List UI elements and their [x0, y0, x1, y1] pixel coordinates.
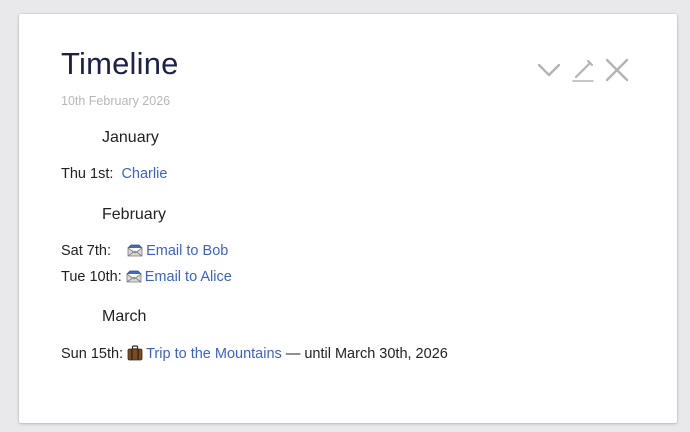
timeline-entry: Sun 15th: Trip to the Mountains — until …	[61, 345, 448, 366]
timeline-dialog: Timeline 10th February 2026 January Thu …	[19, 14, 677, 423]
entry-day: Sat 7th:	[61, 243, 111, 259]
timeline-entry: Tue 10th: Email to Alice	[61, 268, 232, 289]
month-heading-march: March	[102, 308, 147, 325]
timeline-entry: Thu 1st: Charlie	[61, 165, 167, 183]
entry-day: Thu 1st:	[61, 166, 114, 182]
entry-link-email-to-alice[interactable]: Email to Alice	[145, 269, 232, 285]
dialog-date: 10th February 2026	[61, 94, 171, 108]
email-icon	[126, 269, 142, 289]
dialog-toolbar	[535, 56, 631, 84]
month-heading-february: February	[102, 206, 167, 223]
entry-duration: — until March 30th, 2026	[285, 346, 448, 362]
timeline-entry: Sat 7th: Email to Bob	[61, 242, 228, 263]
luggage-icon	[127, 345, 143, 366]
entry-day: Sun 15th:	[61, 346, 124, 362]
email-icon	[127, 243, 143, 263]
close-icon[interactable]	[603, 56, 631, 84]
month-heading-january: January	[102, 129, 159, 146]
pencil-icon[interactable]	[569, 56, 597, 84]
entry-link-email-to-bob[interactable]: Email to Bob	[146, 243, 228, 259]
dialog-title: Timeline	[61, 46, 179, 81]
entry-day: Tue 10th:	[61, 269, 122, 285]
entry-link-charlie[interactable]: Charlie	[121, 166, 167, 182]
chevron-down-icon[interactable]	[535, 56, 563, 84]
entry-link-trip-to-the-mountains[interactable]: Trip to the Mountains	[146, 346, 282, 362]
